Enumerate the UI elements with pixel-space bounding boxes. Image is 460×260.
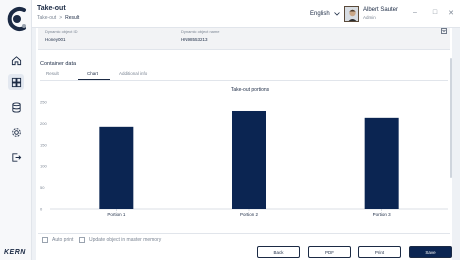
app-logo-icon xyxy=(7,7,26,31)
tab-divider xyxy=(40,80,448,81)
dashboard-icon[interactable] xyxy=(8,74,24,90)
take-out-chart: Take-out portions 0 50 100 150 200 250 Portio… xyxy=(40,87,448,217)
main-content: Dynamic object ID Honey001 Dynamic objec… xyxy=(36,28,452,260)
object-info-panel: Dynamic object ID Honey001 Dynamic objec… xyxy=(38,28,450,50)
chevron-down-icon xyxy=(333,12,340,16)
object-name-label: Dynamic object name xyxy=(181,29,220,34)
minimize-icon[interactable]: – xyxy=(410,9,420,16)
maximize-icon[interactable]: □ xyxy=(430,9,440,16)
pdf-button[interactable]: PDF xyxy=(308,246,351,258)
avatar[interactable] xyxy=(344,6,359,22)
close-icon[interactable]: ✕ xyxy=(446,9,456,17)
chart-bar xyxy=(364,117,399,209)
breadcrumb-separator: > xyxy=(59,15,63,21)
y-tick-label: 50 xyxy=(40,185,45,190)
user-role: Admin xyxy=(363,15,376,20)
auto-print-checkbox[interactable] xyxy=(42,237,48,243)
save-button[interactable]: Save xyxy=(409,246,452,258)
database-icon[interactable] xyxy=(8,99,24,115)
y-tick-label: 150 xyxy=(40,142,47,147)
update-master-checkbox[interactable] xyxy=(79,237,85,243)
x-tick-label: Portion 2 xyxy=(240,212,259,217)
language-label: English xyxy=(310,11,330,17)
sidebar: KERN xyxy=(0,0,32,260)
tab-result[interactable]: Result xyxy=(46,71,59,76)
x-tick-label: Portion 1 xyxy=(107,212,126,217)
scrollbar[interactable] xyxy=(450,58,452,178)
language-select[interactable]: English xyxy=(310,11,340,17)
y-tick-label: 250 xyxy=(40,100,47,105)
object-id-label: Dynamic object ID xyxy=(45,29,78,34)
breadcrumb: Take-out > Result xyxy=(37,15,79,21)
x-tick-label: Portion 3 xyxy=(373,212,392,217)
header: Take-out Take-out > Result English Alber… xyxy=(32,0,460,28)
chart-bar xyxy=(99,126,134,209)
chart-bar xyxy=(232,110,266,209)
y-tick-label: 200 xyxy=(40,121,47,126)
back-button[interactable]: Back xyxy=(257,246,300,258)
chart-title: Take-out portions xyxy=(231,87,270,93)
tab-additional-info[interactable]: Additional info xyxy=(119,71,147,76)
tab-chart[interactable]: Chart xyxy=(87,71,98,76)
active-tab-indicator xyxy=(78,79,110,80)
update-master-label: Update object in master memory xyxy=(89,237,162,243)
settings-icon[interactable] xyxy=(8,124,24,140)
page-title: Take-out xyxy=(37,5,66,12)
container-data-title: Container data xyxy=(40,61,77,67)
collapse-icon[interactable] xyxy=(441,28,447,34)
logout-icon[interactable] xyxy=(8,149,24,165)
print-button[interactable]: Print xyxy=(358,246,401,258)
brand-logo: KERN xyxy=(4,249,26,256)
breadcrumb-current: Result xyxy=(65,15,80,21)
auto-print-label: Auto print xyxy=(52,237,74,243)
user-name: Albert Sauter xyxy=(363,7,399,13)
y-tick-label: 100 xyxy=(40,164,47,169)
home-icon[interactable] xyxy=(8,52,24,68)
y-tick-label: 0 xyxy=(40,207,43,212)
footer-divider xyxy=(38,233,450,234)
object-id-value: Honey001 xyxy=(45,37,66,42)
object-name-value: HN98553213 xyxy=(181,37,208,42)
breadcrumb-parent[interactable]: Take-out xyxy=(37,15,56,21)
